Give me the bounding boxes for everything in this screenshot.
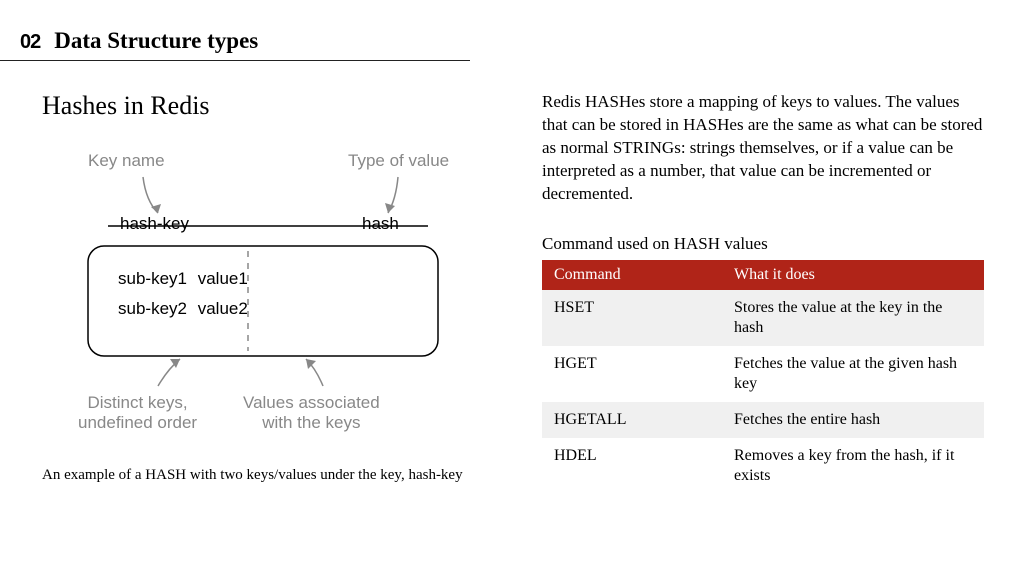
desc-cell: Stores the value at the key in the hash [722,290,984,346]
row1-key: sub-key1 value1 [118,269,248,289]
distinct-l2: undefined order [78,413,197,432]
table-header-row: Command What it does [542,260,984,290]
distinct-l1: Distinct keys, [87,393,187,412]
right-column: Redis HASHes store a mapping of keys to … [542,91,1004,494]
type-of-value-label: Type of value [348,151,449,171]
slide-number: 02 [20,31,40,54]
values-l2: with the keys [262,413,360,432]
cmd-cell: HDEL [542,438,722,494]
table-row: HDEL Removes a key from the hash, if it … [542,438,984,494]
subkey1: sub-key1 [118,269,187,288]
cmd-cell: HGET [542,346,722,402]
diagram-caption: An example of a HASH with two keys/value… [42,467,502,484]
value1: value1 [198,269,248,288]
table-title: Command used on HASH values [542,234,984,254]
hash-key-text: hash-key [120,214,189,234]
desc-cell: Fetches the value at the given hash key [722,346,984,402]
command-table: Command What it does HSET Stores the val… [542,260,984,494]
hash-diagram: Key name Type of value hash-key hash sub… [48,151,478,451]
th-desc: What it does [722,260,984,290]
desc-cell: Fetches the entire hash [722,402,984,438]
distinct-keys-label: Distinct keys, undefined order [78,393,197,432]
value2: value2 [198,299,248,318]
desc-cell: Removes a key from the hash, if it exist… [722,438,984,494]
table-row: HGET Fetches the value at the given hash… [542,346,984,402]
cmd-cell: HGETALL [542,402,722,438]
values-l1: Values associated [243,393,380,412]
subtitle: Hashes in Redis [42,91,502,121]
slide-title: Data Structure types [54,28,258,54]
th-command: Command [542,260,722,290]
subkey2: sub-key2 [118,299,187,318]
row2-key: sub-key2 value2 [118,299,248,319]
values-associated-label: Values associated with the keys [243,393,380,432]
description-paragraph: Redis HASHes store a mapping of keys to … [542,91,984,206]
slide-header: 02 Data Structure types [0,0,470,61]
hash-type-text: hash [362,214,399,234]
key-name-label: Key name [88,151,165,171]
left-column: Hashes in Redis [42,91,502,494]
cmd-cell: HSET [542,290,722,346]
table-row: HGETALL Fetches the entire hash [542,402,984,438]
table-row: HSET Stores the value at the key in the … [542,290,984,346]
content-area: Hashes in Redis [0,61,1024,494]
